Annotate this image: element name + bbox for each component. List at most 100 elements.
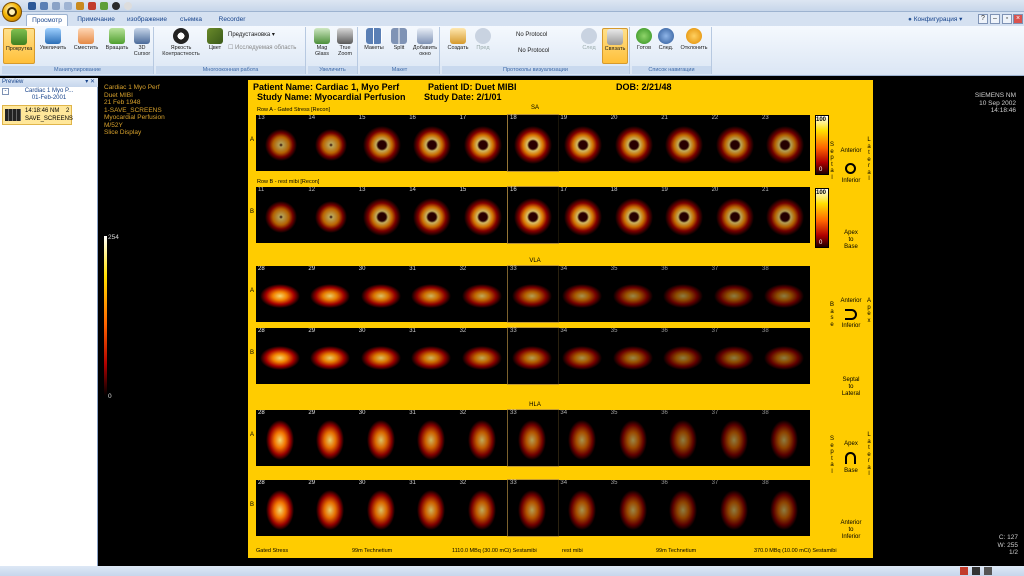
slice-cell[interactable]: 11: [256, 187, 306, 243]
save-icon[interactable]: [28, 2, 36, 10]
preset-dropdown[interactable]: Предустановка ▾: [228, 31, 275, 38]
slice-cell[interactable]: 32: [457, 266, 508, 322]
slice-cell[interactable]: 29: [306, 410, 357, 466]
zoom-icon[interactable]: [88, 2, 96, 10]
create-button[interactable]: Создать: [446, 28, 470, 51]
slice-cell[interactable]: 16: [507, 186, 559, 244]
slice-cell[interactable]: 38: [760, 328, 810, 384]
configuration-menu[interactable]: ● Конфигурация ▾: [908, 14, 962, 26]
layouts-button[interactable]: Макеты: [362, 28, 386, 51]
slice-cell[interactable]: 12: [306, 187, 357, 243]
next-button[interactable]: След: [578, 28, 600, 51]
export-icon[interactable]: [64, 2, 72, 10]
slice-cell[interactable]: 20: [709, 187, 760, 243]
slice-cell[interactable]: 28: [256, 410, 306, 466]
tab-view[interactable]: Просмотр: [26, 14, 68, 26]
slice-cell[interactable]: 34: [558, 480, 609, 536]
slice-cell[interactable]: 36: [659, 480, 710, 536]
slice-cell[interactable]: 38: [760, 266, 810, 322]
roi-checkbox[interactable]: ☐ Исследуемая область: [228, 44, 296, 51]
slice-cell[interactable]: 22: [709, 115, 760, 171]
open-icon[interactable]: [52, 2, 60, 10]
slice-cell[interactable]: 32: [457, 328, 508, 384]
slice-cell[interactable]: 37: [709, 410, 760, 466]
slice-cell[interactable]: 35: [608, 266, 659, 322]
help-button[interactable]: ?: [978, 14, 988, 24]
prev-button[interactable]: Пред: [472, 28, 494, 51]
slice-cell[interactable]: 36: [659, 410, 710, 466]
slice-cell[interactable]: 35: [608, 410, 659, 466]
slice-cell[interactable]: 38: [760, 410, 810, 466]
slice-cell[interactable]: 34: [558, 328, 609, 384]
slice-cell[interactable]: 23: [760, 115, 810, 171]
zoom-button[interactable]: Увеличить: [37, 28, 69, 51]
link-button[interactable]: Связать: [602, 28, 628, 64]
slice-cell[interactable]: 21: [760, 187, 810, 243]
slice-cell[interactable]: 35: [608, 328, 659, 384]
nav-next-button[interactable]: След.: [656, 28, 676, 51]
true-zoom-button[interactable]: True Zoom: [334, 28, 356, 57]
print-icon[interactable]: [40, 2, 48, 10]
slice-cell[interactable]: 28: [256, 480, 306, 536]
preview-study[interactable]: - Cardiac 1 Myo P... 01-Feb-2001: [0, 88, 98, 102]
3d-cursor-button[interactable]: 3D Cursor: [132, 28, 152, 57]
done-button[interactable]: Готов: [634, 28, 654, 51]
slice-cell[interactable]: 15: [356, 115, 407, 171]
slice-cell[interactable]: 21: [659, 115, 710, 171]
protocol-select-1[interactable]: No Protocol: [516, 32, 547, 38]
slice-cell[interactable]: 36: [659, 266, 710, 322]
slice-cell[interactable]: 33: [507, 265, 559, 323]
slice-cell[interactable]: 32: [457, 410, 508, 466]
slice-cell[interactable]: 33: [507, 479, 559, 537]
slice-cell[interactable]: 30: [356, 266, 407, 322]
slice-cell[interactable]: 28: [256, 266, 306, 322]
rotate-button[interactable]: Вращать: [103, 28, 131, 51]
tool-icon[interactable]: [76, 2, 84, 10]
tab-image[interactable]: изображение: [122, 14, 172, 26]
add-window-button[interactable]: Добавить окно: [412, 28, 438, 57]
slice-cell[interactable]: 14: [306, 115, 357, 171]
slice-cell[interactable]: 38: [760, 480, 810, 536]
monitor-icon[interactable]: [124, 2, 132, 10]
slice-cell[interactable]: 33: [507, 409, 559, 467]
slice-cell[interactable]: 14: [407, 187, 458, 243]
slice-cell[interactable]: 13: [356, 187, 407, 243]
slice-cell[interactable]: 28: [256, 328, 306, 384]
refresh-icon[interactable]: [100, 2, 108, 10]
protocol-select-2[interactable]: No Protocol: [518, 48, 549, 54]
scroll-button[interactable]: Прокрутка: [3, 28, 35, 64]
restore-button[interactable]: ▫: [1002, 14, 1012, 24]
slice-cell[interactable]: 29: [306, 266, 357, 322]
slice-cell[interactable]: 19: [558, 115, 609, 171]
minimize-button[interactable]: –: [990, 14, 1000, 24]
series-thumbnail[interactable]: 14:18:46 NM 2 SAVE_SCREENS: [2, 105, 73, 125]
brightness-contrast-button[interactable]: Яркость Контрастность: [160, 28, 202, 57]
slice-cell[interactable]: 37: [709, 480, 760, 536]
slice-cell[interactable]: 16: [407, 115, 458, 171]
pin-icon[interactable]: ▾ ✕: [85, 78, 95, 87]
slice-cell[interactable]: 18: [608, 187, 659, 243]
slice-cell[interactable]: 35: [608, 480, 659, 536]
slice-cell[interactable]: 29: [306, 328, 357, 384]
slice-cell[interactable]: 30: [356, 328, 407, 384]
reject-button[interactable]: Отклонить: [678, 28, 710, 51]
slice-cell[interactable]: 36: [659, 328, 710, 384]
slice-cell[interactable]: 33: [507, 327, 559, 385]
slice-cell[interactable]: 20: [608, 115, 659, 171]
slice-cell[interactable]: 13: [256, 115, 306, 171]
close-button[interactable]: ×: [1013, 14, 1023, 24]
slice-cell[interactable]: 19: [659, 187, 710, 243]
slice-cell[interactable]: 34: [558, 410, 609, 466]
slice-cell[interactable]: 31: [407, 266, 458, 322]
slice-cell[interactable]: 31: [407, 480, 458, 536]
collapse-icon[interactable]: -: [2, 88, 9, 95]
split-button[interactable]: Split: [388, 28, 410, 51]
status-icon[interactable]: [960, 567, 968, 575]
slice-cell[interactable]: 34: [558, 266, 609, 322]
slice-cell[interactable]: 37: [709, 266, 760, 322]
tab-recorder[interactable]: Recorder: [212, 14, 252, 26]
slice-cell[interactable]: 37: [709, 328, 760, 384]
slice-cell[interactable]: 31: [407, 328, 458, 384]
slice-cell[interactable]: 30: [356, 410, 407, 466]
slice-cell[interactable]: 30: [356, 480, 407, 536]
